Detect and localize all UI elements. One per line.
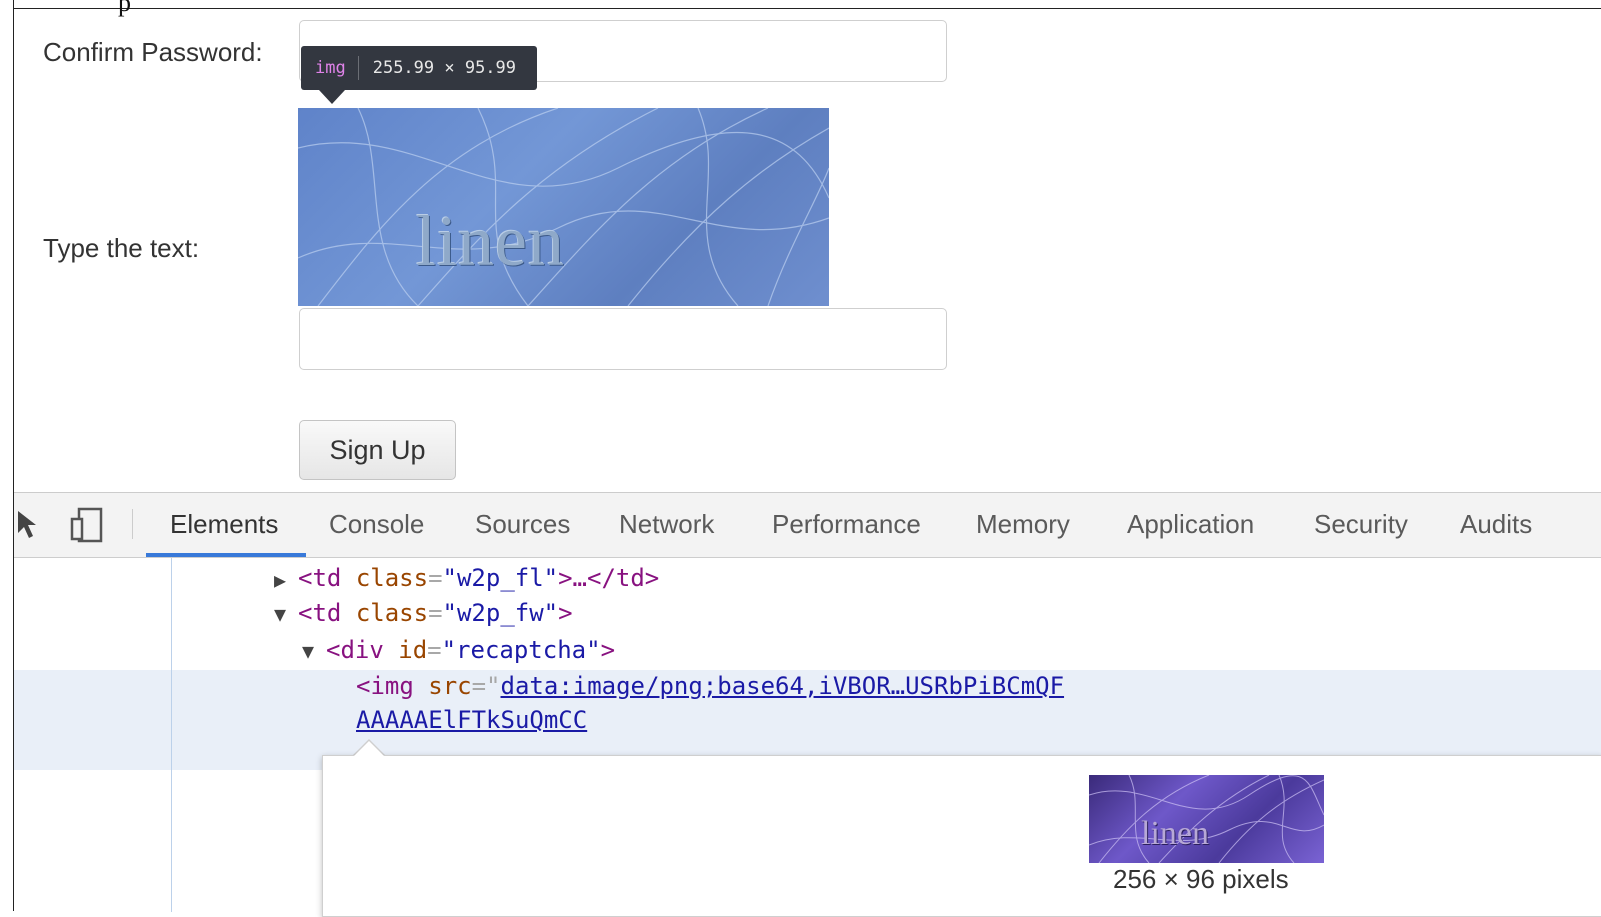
node-tag: <div	[326, 636, 384, 664]
img-src-link[interactable]: data:image/png;base64,iVBOR…USRbPiBCmQF	[501, 672, 1065, 700]
tooltip-arrow	[319, 90, 345, 104]
dom-node-div-recaptcha[interactable]: <div id="recaptcha">	[326, 636, 615, 664]
dom-node-td-fw[interactable]: <td class="w2p_fw">	[298, 599, 573, 627]
page-top-border	[13, 8, 1601, 9]
node-attr-name: class	[355, 564, 429, 592]
tree-gutter-line	[171, 558, 172, 912]
node-attr-value: "w2p_fl"	[442, 564, 559, 592]
thumbnail-captcha-word: linen	[1141, 815, 1209, 852]
image-preview-thumbnail: linen	[1089, 775, 1324, 863]
sign-up-button[interactable]: Sign Up	[299, 420, 456, 480]
dom-tree: ▶ <td class="w2p_fl">…</td> ▼ <td class=…	[14, 558, 1601, 917]
node-tag: <img	[356, 672, 414, 700]
type-text-label: Type the text:	[43, 233, 200, 263]
devtools-tabbar: Elements Console Sources Network Perform…	[14, 493, 1601, 558]
img-src-link-continued[interactable]: AAAAAElFTkSuQmCC	[356, 706, 587, 734]
image-dimensions-label: 256 × 96 pixels	[1113, 864, 1289, 894]
node-tag: <td	[298, 599, 342, 627]
tab-console[interactable]: Console	[329, 509, 424, 540]
device-toolbar-icon[interactable]	[70, 507, 106, 548]
node-tag-close: >	[558, 599, 573, 627]
node-attr-name: class	[355, 599, 429, 627]
tab-security[interactable]: Security	[1314, 509, 1408, 540]
devtools-panel: Elements Console Sources Network Perform…	[14, 492, 1601, 917]
dom-node-img[interactable]: <img src="data:image/png;base64,iVBOR…US…	[356, 672, 1064, 700]
confirm-password-label: Confirm Password:	[43, 37, 263, 67]
tab-application[interactable]: Application	[1127, 509, 1254, 540]
captcha-word: linen	[416, 201, 565, 281]
collapse-triangle-icon[interactable]: ▼	[274, 602, 286, 626]
image-preview-popover: linen 256 × 96 pixels	[322, 755, 1601, 917]
tooltip-dimensions: 255.99 × 95.99	[372, 58, 517, 78]
node-attr-name: src	[428, 672, 472, 700]
expand-triangle-icon[interactable]: ▶	[274, 568, 286, 592]
node-attr-name: id	[398, 636, 428, 664]
tab-sources[interactable]: Sources	[475, 509, 570, 540]
dom-node-td-fl[interactable]: <td class="w2p_fl">…</td>	[298, 564, 659, 592]
node-tag-close: >…</td>	[558, 564, 660, 592]
node-attr-value: "recaptcha"	[441, 636, 601, 664]
collapse-triangle-icon[interactable]: ▼	[302, 639, 314, 663]
active-tab-indicator	[146, 553, 306, 557]
captcha-answer-input[interactable]	[299, 308, 947, 370]
tab-performance[interactable]: Performance	[772, 509, 921, 540]
element-inspect-tooltip: img 255.99 × 95.99	[301, 46, 537, 90]
tab-elements[interactable]: Elements	[170, 509, 278, 540]
node-tag: <td	[298, 564, 342, 592]
tab-audits[interactable]: Audits	[1460, 509, 1532, 540]
preview-popover-arrow-inner	[354, 741, 384, 756]
tab-memory[interactable]: Memory	[976, 509, 1070, 540]
inspect-element-icon[interactable]	[16, 507, 46, 546]
toolbar-divider	[132, 509, 133, 539]
tab-network[interactable]: Network	[619, 509, 714, 540]
captcha-image: linen	[298, 108, 829, 306]
tooltip-tag-name: img	[315, 58, 346, 78]
dom-node-img-continued[interactable]: AAAAAElFTkSuQmCC	[356, 706, 587, 734]
node-attr-value: "w2p_fw"	[442, 599, 559, 627]
clipped-text-fragment: p	[118, 0, 131, 17]
node-tag-close: >	[600, 636, 616, 664]
